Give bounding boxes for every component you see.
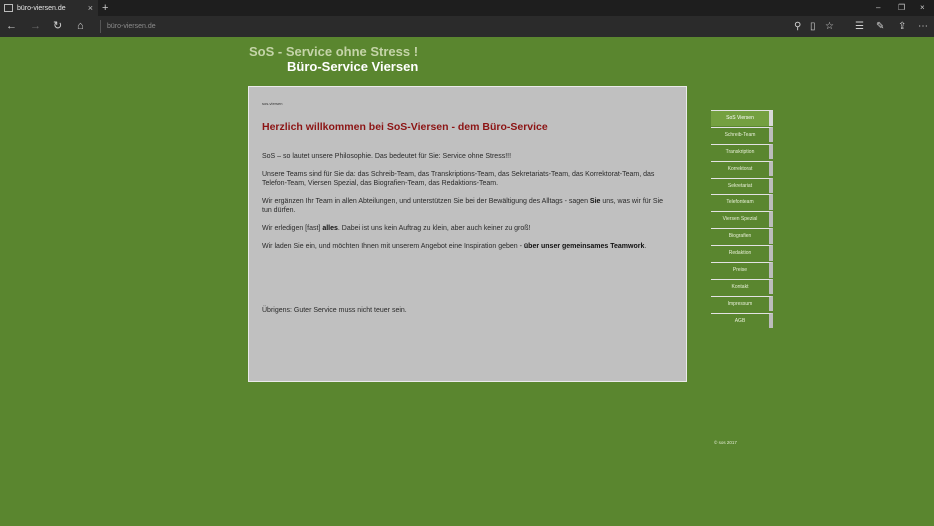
tab-title: büro-viersen.de: [17, 4, 66, 12]
browser-tabbar: büro-viersen.de × + – ❐ ×: [0, 0, 934, 16]
nav-item-transkription[interactable]: Transkription: [711, 143, 773, 160]
address-bar[interactable]: büro-viersen.de: [100, 20, 156, 33]
page-heading: Herzlich willkommen bei SoS-Viersen - de…: [262, 121, 548, 133]
text-span: Wir laden Sie ein, und möchten Ihnen mit…: [262, 243, 524, 250]
more-icon[interactable]: ⋯: [918, 20, 928, 33]
tasks-paragraph: Wir erledigen [fast] alles. Dabei ist un…: [262, 224, 673, 233]
nav-item-korrektorat[interactable]: Korrektorat: [711, 160, 773, 177]
close-tab-icon[interactable]: ×: [88, 2, 93, 14]
nav-item-sekretariat[interactable]: Sekretariat: [711, 177, 773, 194]
nav-item-viersen-spezial[interactable]: Viersen Spezial: [711, 211, 773, 227]
refresh-icon[interactable]: ↻: [53, 19, 62, 33]
nav-item-biografien[interactable]: Biografien: [711, 228, 773, 244]
nav-item-kontakt[interactable]: Kontakt: [711, 278, 773, 295]
home-icon[interactable]: ⌂: [77, 19, 84, 33]
site-subtitle: Büro-Service Viersen: [287, 59, 419, 74]
nav-item-impressum[interactable]: Impressum: [711, 295, 773, 312]
nav-item-preise[interactable]: Preise: [711, 262, 773, 278]
text-span: .: [644, 243, 647, 250]
breadcrumb[interactable]: sos-viersen: [262, 101, 673, 106]
nav-item-agb[interactable]: AGB: [711, 312, 773, 329]
nav-item-telefonteam[interactable]: Telefonteam: [711, 194, 773, 210]
nav-item-redaktion[interactable]: Redaktion: [711, 245, 773, 261]
web-note-icon[interactable]: ✎: [876, 20, 884, 33]
restore-icon[interactable]: ❐: [898, 2, 905, 14]
text-span: . Dabei ist uns kein Auftrag zu klein, a…: [337, 225, 531, 232]
nav-item-sos-viersen[interactable]: SoS Viersen: [711, 110, 773, 126]
browser-tab[interactable]: büro-viersen.de ×: [0, 0, 98, 16]
emphasis-text: über unser gemeinsames Teamwork: [523, 243, 645, 250]
back-icon[interactable]: ←: [6, 19, 17, 33]
text-span: Wir erledigen [fast]: [262, 225, 323, 232]
extension-icon[interactable]: ⚲: [794, 20, 801, 33]
emphasis-text: alles: [322, 225, 338, 232]
share-icon[interactable]: ⇪: [898, 20, 906, 33]
invite-paragraph: Wir laden Sie ein, und möchten Ihnen mit…: [262, 242, 673, 251]
support-paragraph: Wir ergänzen Ihr Team in allen Abteilung…: [262, 197, 673, 215]
new-tab-icon[interactable]: +: [102, 1, 108, 15]
hub-icon[interactable]: ☰: [855, 20, 864, 33]
teams-paragraph: Unsere Teams sind für Sie da: das Schrei…: [262, 171, 655, 187]
copyright: © sos 2017: [714, 440, 737, 445]
intro-paragraph: SoS – so lautet unsere Philosophie. Das …: [262, 153, 512, 160]
forward-icon[interactable]: →: [30, 19, 41, 33]
minimize-icon[interactable]: –: [876, 2, 880, 14]
page-icon: [4, 4, 13, 12]
close-window-icon[interactable]: ×: [920, 2, 925, 14]
site-title: SoS - Service ohne Stress !: [249, 44, 419, 59]
emphasis-text: Sie: [589, 198, 601, 205]
nav-item-schreib-team[interactable]: Schreib-Team: [711, 126, 773, 143]
side-navigation: SoS Viersen Schreib-Team Transkription K…: [711, 110, 773, 330]
main-content: sos-viersen Herzlich willkommen bei SoS-…: [248, 86, 687, 382]
text-span: Wir ergänzen Ihr Team in allen Abteilung…: [262, 198, 590, 205]
footer-note: Übrigens: Guter Service muss nicht teuer…: [262, 307, 407, 314]
favorite-star-icon[interactable]: ☆: [825, 20, 834, 33]
reading-view-icon[interactable]: ▯: [810, 20, 816, 33]
browser-navbar: ← → ↻ ⌂ büro-viersen.de ⚲ ▯ ☆ ☰ ✎ ⇪ ⋯: [0, 16, 934, 37]
